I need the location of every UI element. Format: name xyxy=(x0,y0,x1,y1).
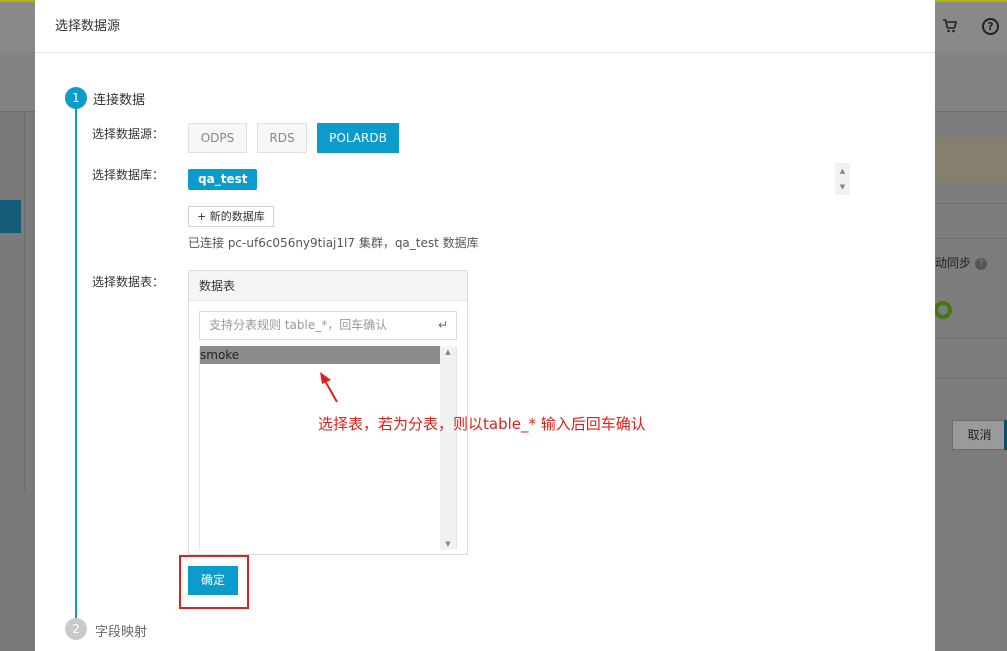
annotation-arrow-icon xyxy=(320,372,338,403)
database-scrollbar[interactable]: ▲ ▼ xyxy=(835,163,850,195)
background-row-divider xyxy=(935,338,1007,339)
confirm-button[interactable]: 确定 xyxy=(188,566,238,595)
select-datasource-modal: 选择数据源 1 连接数据 选择数据源： ODPS RDS POLARDB 选择数… xyxy=(35,0,935,651)
step2-number: 2 xyxy=(65,618,87,640)
database-tag[interactable]: qa_test xyxy=(188,169,258,190)
background-cancel-button[interactable]: 取消 xyxy=(952,420,1007,450)
source-option-odps[interactable]: ODPS xyxy=(188,123,247,153)
scroll-down-icon[interactable]: ▼ xyxy=(440,540,456,548)
background-row-divider xyxy=(935,378,1007,379)
question-icon: ? xyxy=(975,257,988,270)
background-row-divider xyxy=(935,238,1007,239)
step1-number: 1 xyxy=(65,87,87,109)
background-divider xyxy=(24,112,25,492)
table-list-item-selected[interactable]: smoke xyxy=(200,346,441,364)
status-ring-icon xyxy=(934,301,952,319)
step1-title: 连接数据 xyxy=(93,93,146,108)
table-search-placeholder: 支持分表规则 table_*，回车确认 xyxy=(209,318,388,332)
background-right-panel xyxy=(935,112,1007,651)
annotation-text: 选择表，若为分表，则以table_* 输入后回车确认 xyxy=(318,415,646,433)
auto-sync-label: 动同步? xyxy=(935,254,988,271)
source-option-rds[interactable]: RDS xyxy=(257,123,307,153)
step-progress-line xyxy=(75,108,77,620)
new-database-button[interactable]: + 新的数据库 xyxy=(188,206,274,227)
background-notice-strip xyxy=(935,137,1007,183)
source-option-polardb[interactable]: POLARDB xyxy=(317,123,399,153)
cart-icon[interactable] xyxy=(942,18,960,36)
source-label: 选择数据源： xyxy=(92,127,165,141)
auto-sync-text: 动同步 xyxy=(935,256,972,270)
table-list-scrollbar[interactable]: ▲ ▼ xyxy=(440,346,456,550)
help-icon[interactable]: ? xyxy=(982,18,999,35)
table-label: 选择数据表： xyxy=(92,275,165,289)
scroll-up-icon[interactable]: ▲ xyxy=(835,163,850,179)
step2-title[interactable]: 字段映射 xyxy=(95,621,147,640)
background-row-divider xyxy=(935,203,1007,204)
modal-title: 选择数据源 xyxy=(35,0,935,53)
scroll-up-icon[interactable]: ▲ xyxy=(440,348,456,356)
background-left-tab xyxy=(0,200,21,233)
table-search-input[interactable]: 支持分表规则 table_*，回车确认 ↵ xyxy=(199,311,457,340)
enter-icon: ↵ xyxy=(437,318,448,332)
connection-status: 已连接 pc-uf6c056ny9tiaj1l7 集群，qa_test 数据库 xyxy=(188,236,479,250)
table-panel-title: 数据表 xyxy=(189,271,467,301)
scroll-down-icon[interactable]: ▼ xyxy=(835,179,850,195)
database-label: 选择数据库： xyxy=(92,168,165,182)
